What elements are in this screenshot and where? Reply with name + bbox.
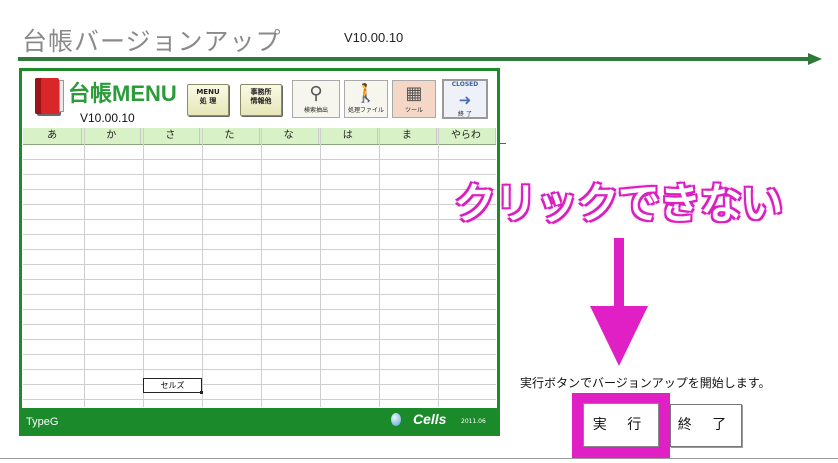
column-header[interactable]: た xyxy=(200,128,260,144)
menu-process-label-1: MENU xyxy=(196,88,220,96)
window-title: 台帳バージョンアップ xyxy=(22,27,282,56)
office-info-label-1: 事務所 xyxy=(250,88,272,96)
column-header[interactable]: か xyxy=(82,128,142,144)
annotation-cannot-click: クリックできない xyxy=(454,179,783,228)
book-page-icon xyxy=(59,80,64,112)
header-arrow-head-icon xyxy=(808,53,822,65)
exit-button[interactable]: 終 了 xyxy=(670,404,742,447)
process-file-button[interactable]: 🚶 処理ファイル xyxy=(344,80,388,118)
grid-column-divider xyxy=(143,128,144,407)
building-icon: ▦ xyxy=(405,83,423,104)
closed-exit-button[interactable]: CLOSED ➜ 終 了 xyxy=(442,79,488,119)
menu-process-label-2: 処 理 xyxy=(199,97,217,105)
header-divider-line xyxy=(500,143,506,144)
walking-person-icon: 🚶 xyxy=(354,83,378,104)
fill-handle[interactable] xyxy=(200,391,203,394)
grid-column-divider xyxy=(84,128,85,407)
column-header[interactable]: さ xyxy=(141,128,201,144)
grid-column-divider xyxy=(438,128,439,407)
process-file-label: 処理ファイル xyxy=(347,107,384,114)
annotation-arrow-down-icon xyxy=(590,306,648,366)
search-extract-button[interactable]: ⚲ 検索抽出 xyxy=(292,80,340,118)
column-header[interactable]: は xyxy=(319,128,378,144)
column-header[interactable]: やらわ xyxy=(437,128,496,144)
closed-sub-label: 終 了 xyxy=(458,111,472,118)
header-arrow-line xyxy=(18,57,810,61)
grid-column-divider xyxy=(202,128,203,407)
column-header[interactable]: な xyxy=(260,128,319,144)
tools-button[interactable]: ▦ ツール xyxy=(392,80,436,118)
bottom-divider xyxy=(0,458,838,459)
cells-brand-label: Cells xyxy=(413,411,447,427)
cells-logo-icon xyxy=(391,413,401,426)
instruction-text: 実行ボタンでバージョンアップを開始します。 xyxy=(520,376,771,390)
status-type-label: TypeG xyxy=(26,416,59,428)
status-date: 2011.06 xyxy=(461,418,486,425)
menu-process-button[interactable]: MENU 処 理 xyxy=(187,84,229,116)
spreadsheet-grid[interactable] xyxy=(23,145,496,407)
grid-column-divider xyxy=(261,128,262,407)
grid-column-divider xyxy=(320,128,321,407)
door-exit-icon: ➜ xyxy=(458,91,472,109)
kana-column-header: あ か さ た な は ま やらわ xyxy=(23,128,496,145)
tools-label: ツール xyxy=(404,107,423,114)
menu-title: 台帳MENU xyxy=(68,81,177,106)
grid-column-divider xyxy=(379,128,380,407)
column-header[interactable]: ま xyxy=(378,128,437,144)
column-header[interactable]: あ xyxy=(23,128,83,144)
execute-button[interactable]: 実 行 xyxy=(583,403,659,447)
office-info-label-2: 情報他 xyxy=(250,97,272,105)
selected-cell[interactable]: セルズ xyxy=(143,378,202,393)
annotation-arrow-shaft xyxy=(614,238,624,310)
magnifier-icon: ⚲ xyxy=(309,83,323,104)
closed-label: CLOSED xyxy=(451,81,479,88)
red-book-icon xyxy=(35,78,59,114)
office-info-button[interactable]: 事務所 情報他 xyxy=(240,84,282,116)
search-extract-label: 検索抽出 xyxy=(303,107,328,114)
version-label: V10.00.10 xyxy=(344,30,404,45)
menu-version: V10.00.10 xyxy=(80,111,135,125)
